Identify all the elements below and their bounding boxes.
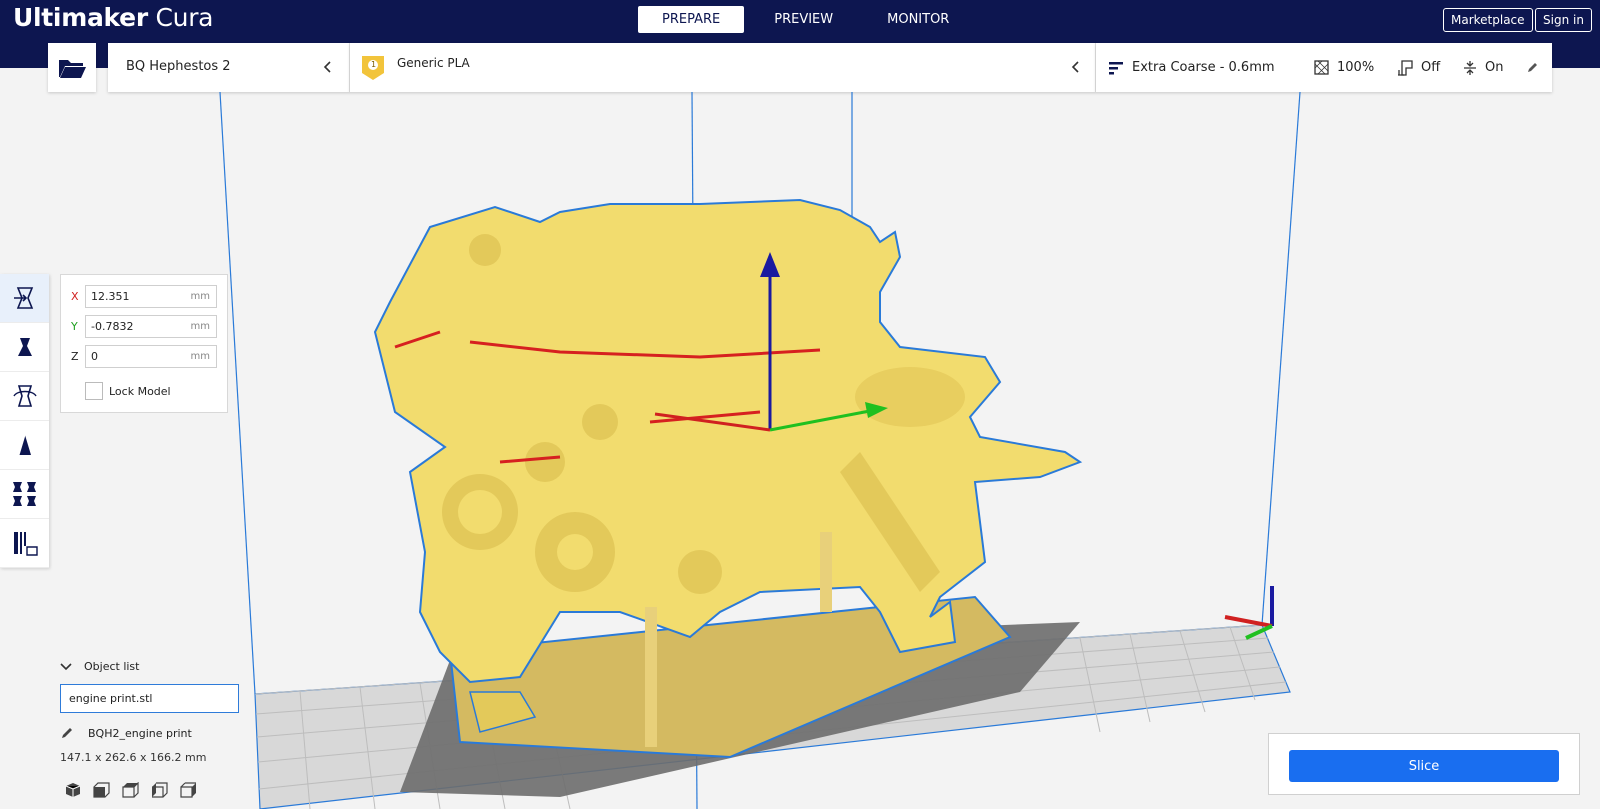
x-unit: mm	[190, 291, 210, 302]
pencil-edit-icon	[62, 728, 72, 738]
profile-label: Extra Coarse - 0.6mm	[1132, 60, 1275, 75]
z-label: Z	[71, 350, 79, 363]
y-field[interactable]: -0.7832 mm	[85, 315, 217, 338]
per-model-settings-button[interactable]	[0, 470, 49, 519]
tab-monitor[interactable]: MONITOR	[863, 6, 973, 33]
lock-model-row[interactable]: Lock Model	[85, 382, 171, 400]
profile-setting: Extra Coarse - 0.6mm	[1108, 43, 1275, 92]
slice-button[interactable]: Slice	[1289, 750, 1559, 782]
x-row: X 12.351 mm	[71, 285, 217, 308]
chevron-down-icon	[60, 662, 72, 670]
rotate-tool-icon	[12, 385, 37, 407]
x-label: X	[71, 290, 79, 303]
view-left-icon[interactable]	[151, 782, 169, 798]
z-row: Z 0 mm	[71, 345, 217, 368]
scale-tool-button[interactable]	[0, 323, 49, 372]
support-icon	[1398, 59, 1413, 76]
camera-view-buttons	[64, 782, 209, 798]
app-logo: Ultimaker Cura	[13, 3, 214, 32]
chevron-left-icon	[1068, 59, 1084, 75]
slice-panel: Slice	[1268, 733, 1580, 795]
object-list-title: Object list	[84, 660, 140, 673]
move-tool-icon	[13, 287, 33, 309]
object-list-toggle[interactable]: Object list	[60, 660, 139, 673]
object-name: BQH2_engine print	[88, 726, 192, 740]
extruder-number: 1	[371, 60, 377, 69]
chevron-left-icon	[320, 59, 336, 75]
marketplace-button[interactable]: Marketplace	[1443, 8, 1533, 32]
z-field[interactable]: 0 mm	[85, 345, 217, 368]
move-tool-panel: X 12.351 mm Y -0.7832 mm Z 0 mm Lock Model	[60, 274, 228, 413]
stage-tabs: PREPARE PREVIEW MONITOR	[638, 6, 979, 33]
support-setting: Off	[1397, 43, 1440, 92]
infill-icon	[1314, 60, 1329, 75]
y-label: Y	[71, 320, 78, 333]
tool-bar	[0, 274, 49, 568]
support-value: Off	[1421, 60, 1441, 75]
printer-name: BQ Hephestos 2	[126, 59, 231, 74]
adhesion-value: On	[1485, 60, 1504, 75]
object-name-row[interactable]: BQH2_engine print	[60, 726, 192, 740]
print-settings-selector[interactable]: Extra Coarse - 0.6mm 100% Off On	[1096, 43, 1552, 92]
view-front-icon[interactable]	[93, 782, 111, 798]
lock-model-label: Lock Model	[109, 384, 171, 398]
view-top-icon[interactable]	[122, 782, 140, 798]
rotate-tool-button[interactable]	[0, 372, 49, 421]
sign-in-button[interactable]: Sign in	[1535, 8, 1592, 32]
material-selector[interactable]: 1 Generic PLA	[350, 43, 1096, 92]
adhesion-setting: On	[1463, 43, 1503, 92]
y-row: Y -0.7832 mm	[71, 315, 217, 338]
folder-open-icon	[59, 59, 86, 78]
z-unit: mm	[190, 351, 210, 362]
material-name: Generic PLA	[397, 56, 470, 70]
open-file-button[interactable]	[48, 43, 96, 92]
infill-setting: 100%	[1314, 43, 1374, 92]
y-value: -0.7832	[91, 320, 134, 333]
mirror-tool-icon	[18, 434, 31, 456]
scene-3d[interactable]	[0, 92, 1600, 809]
view-3d-icon[interactable]	[64, 782, 82, 798]
mirror-tool-button[interactable]	[0, 421, 49, 470]
lock-model-checkbox[interactable]	[85, 382, 103, 400]
object-file-item[interactable]: engine print.stl	[60, 684, 239, 713]
tab-preview[interactable]: PREVIEW	[750, 6, 857, 33]
build-plate-viewport[interactable]	[0, 92, 1600, 809]
x-value: 12.351	[91, 290, 130, 303]
scale-tool-icon	[17, 338, 32, 356]
y-unit: mm	[190, 321, 210, 332]
pencil-icon[interactable]	[1526, 43, 1547, 92]
x-field[interactable]: 12.351 mm	[85, 285, 217, 308]
tab-prepare[interactable]: PREPARE	[638, 6, 745, 33]
infill-value: 100%	[1337, 60, 1375, 75]
object-dimensions: 147.1 x 262.6 x 166.2 mm	[60, 751, 207, 764]
support-blocker-button[interactable]	[0, 519, 49, 568]
view-right-icon[interactable]	[180, 782, 198, 798]
z-value: 0	[91, 350, 98, 363]
support-blocker-icon	[13, 532, 38, 556]
printer-selector[interactable]: BQ Hephestos 2	[108, 43, 350, 92]
profile-icon	[1109, 61, 1123, 74]
per-model-settings-icon	[12, 482, 36, 506]
adhesion-icon	[1464, 60, 1476, 75]
move-tool-button[interactable]	[0, 274, 49, 323]
